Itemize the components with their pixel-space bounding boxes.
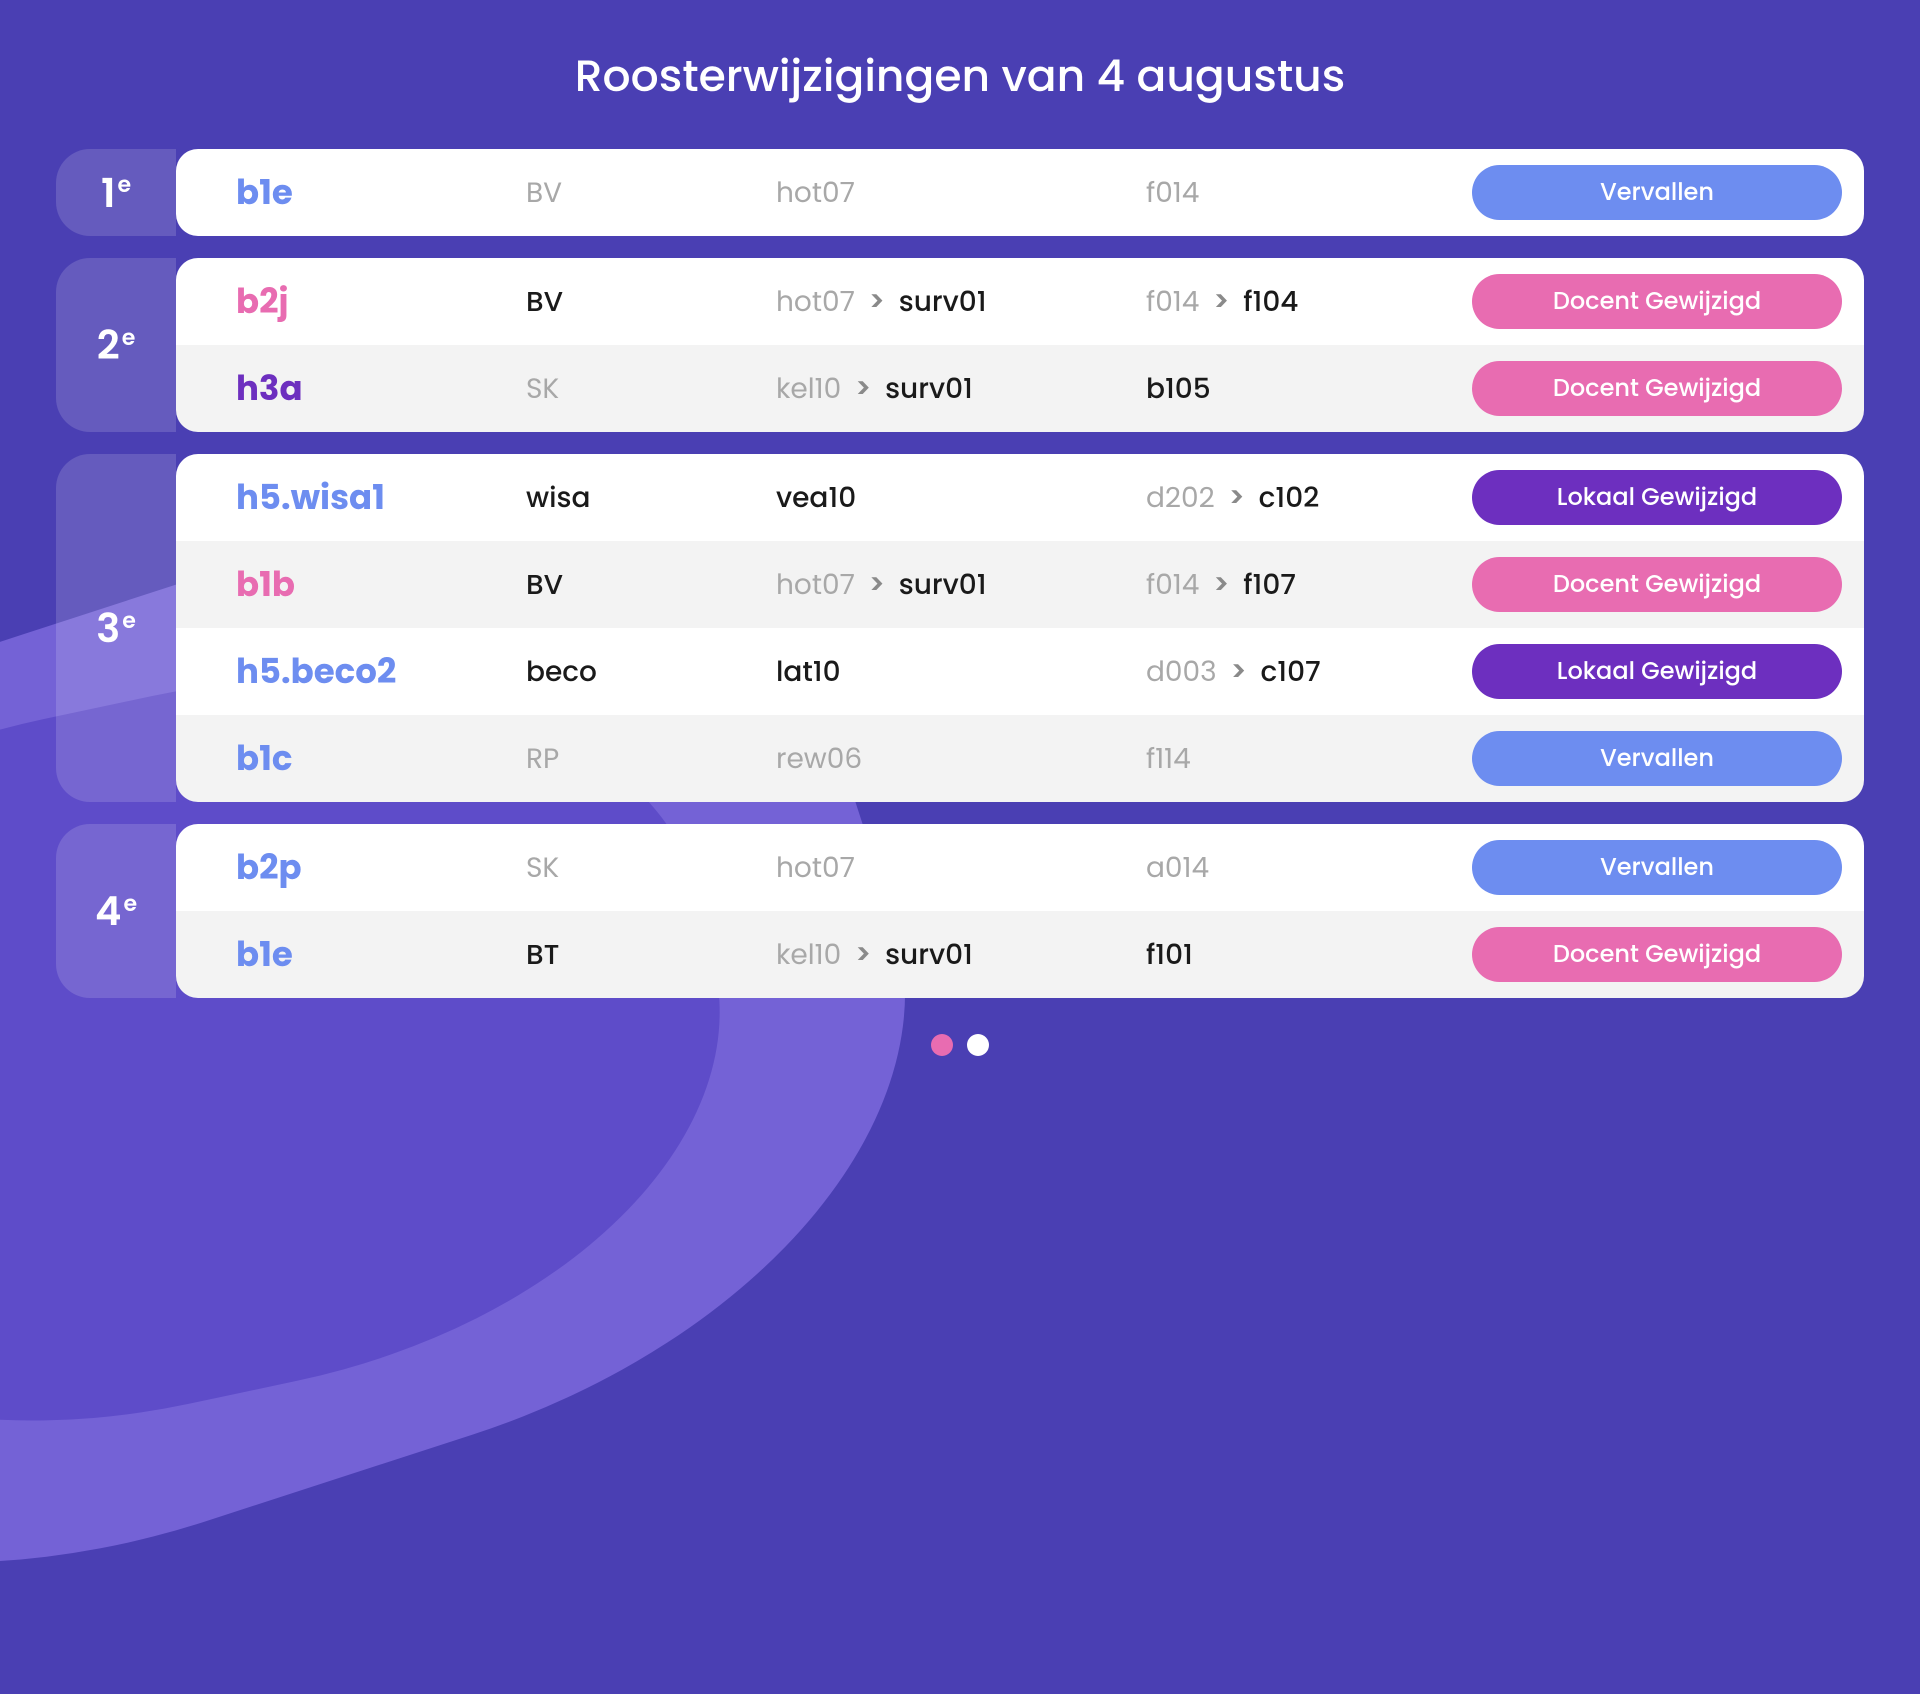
periods-container: 1eb1eBVhot07f014Vervallen2eb2jBVhot07>su… [56,149,1864,998]
subject-cell: beco [526,651,776,693]
room-cell: d202>c102 [1146,477,1446,519]
rows-wrap: b1eBVhot07f014 Vervallen [176,149,1864,236]
schedule-row: b1bBVhot07>surv01f014>f107 Docent Gewijzi… [176,541,1864,628]
group-cell: b1c [236,733,526,784]
badge-cell: Docent Gewijzigd [1446,274,1842,329]
status-badge: Docent Gewijzigd [1472,274,1842,329]
page-title: Roosterwijzigingen van 4 augustus [56,44,1864,109]
room-cell: f014 [1146,172,1446,214]
rows-wrap: h5.wisa1wisavea10d202>c102 Lokaal Gewijzi… [176,454,1864,802]
room-cell: b105 [1146,368,1446,410]
badge-cell: Lokaal Gewijzigd [1446,470,1842,525]
group-cell: b1e [236,167,526,218]
pager-dot[interactable] [967,1034,989,1056]
status-badge: Vervallen [1472,165,1842,220]
teacher-cell: rew06 [776,738,1146,780]
schedule-row: b2pSKhot07a014 Vervallen [176,824,1864,911]
status-badge: Docent Gewijzigd [1472,557,1842,612]
status-badge: Docent Gewijzigd [1472,361,1842,416]
schedule-row: b2jBVhot07>surv01f014>f104 Docent Gewijzi… [176,258,1864,345]
subject-cell: BV [526,564,776,606]
period-label: 1e [56,149,176,236]
group-cell: h3a [236,363,526,414]
badge-cell: Vervallen [1446,731,1842,786]
status-badge: Docent Gewijzigd [1472,927,1842,982]
group-cell: b1b [236,559,526,610]
period-label: 3e [56,454,176,802]
teacher-cell: lat10 [776,651,1146,693]
schedule-row: h5.beco2becolat10d003>c107 Lokaal Gewijzi… [176,628,1864,715]
teacher-cell: hot07>surv01 [776,281,1146,323]
subject-cell: BV [526,172,776,214]
group-cell: h5.wisa1 [236,472,526,523]
teacher-cell: vea10 [776,477,1146,519]
group-cell: b2p [236,842,526,893]
room-cell: f014>f104 [1146,281,1446,323]
period-block: 3e h5.wisa1wisavea10d202>c102 Lokaal Gewij… [56,454,1864,802]
room-cell: f114 [1146,738,1446,780]
room-cell: d003>c107 [1146,651,1446,693]
subject-cell: BV [526,281,776,323]
group-cell: h5.beco2 [236,646,526,697]
teacher-cell: kel10>surv01 [776,368,1146,410]
room-cell: a014 [1146,847,1446,889]
pager-dot[interactable] [931,1034,953,1056]
schedule-row: b1cRPrew06f114 Vervallen [176,715,1864,802]
schedule-row: h5.wisa1wisavea10d202>c102 Lokaal Gewijzi… [176,454,1864,541]
status-badge: Vervallen [1472,731,1842,786]
group-cell: b2j [236,276,526,327]
room-cell: f014>f107 [1146,564,1446,606]
schedule-row: b1eBVhot07f014 Vervallen [176,149,1864,236]
period-block: 1e b1eBVhot07f014 Vervallen [56,149,1864,236]
pager [0,1034,1920,1056]
subject-cell: RP [526,738,776,780]
status-badge: Lokaal Gewijzigd [1472,470,1842,525]
rows-wrap: b2pSKhot07a014 Vervallen b1eBTkel10>surv01… [176,824,1864,998]
badge-cell: Docent Gewijzigd [1446,927,1842,982]
badge-cell: Vervallen [1446,165,1842,220]
subject-cell: SK [526,368,776,410]
status-badge: Vervallen [1472,840,1842,895]
schedule-row: b1eBTkel10>surv01f101 Docent Gewijzigd [176,911,1864,998]
period-block: 2e b2jBVhot07>surv01f014>f104 Docent Gewij… [56,258,1864,432]
badge-cell: Docent Gewijzigd [1446,557,1842,612]
period-block: 4e b2pSKhot07a014 Vervallen b1eBTkel10>surv… [56,824,1864,998]
rows-wrap: b2jBVhot07>surv01f014>f104 Docent Gewijzi… [176,258,1864,432]
badge-cell: Docent Gewijzigd [1446,361,1842,416]
teacher-cell: hot07>surv01 [776,564,1146,606]
period-label: 2e [56,258,176,432]
badge-cell: Lokaal Gewijzigd [1446,644,1842,699]
teacher-cell: hot07 [776,847,1146,889]
subject-cell: SK [526,847,776,889]
status-badge: Lokaal Gewijzigd [1472,644,1842,699]
teacher-cell: kel10>surv01 [776,934,1146,976]
room-cell: f101 [1146,934,1446,976]
teacher-cell: hot07 [776,172,1146,214]
period-label: 4e [56,824,176,998]
badge-cell: Vervallen [1446,840,1842,895]
schedule-row: h3aSKkel10>surv01b105 Docent Gewijzigd [176,345,1864,432]
subject-cell: wisa [526,477,776,519]
group-cell: b1e [236,929,526,980]
subject-cell: BT [526,934,776,976]
